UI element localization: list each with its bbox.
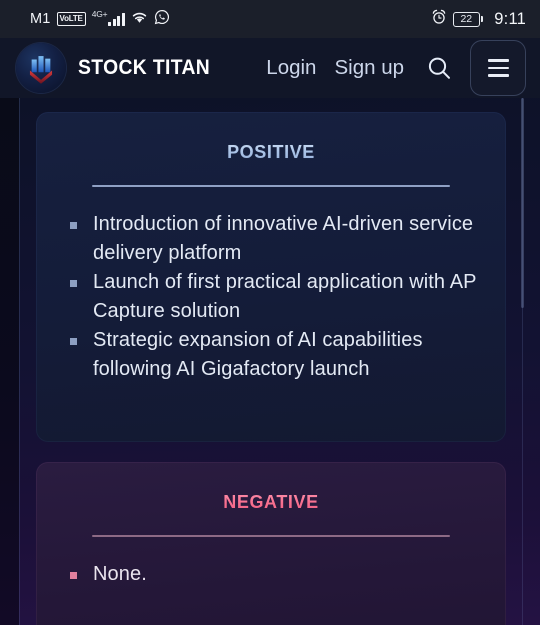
- volte-badge: VoLTE: [56, 12, 86, 26]
- alarm-clock-icon: [431, 9, 447, 30]
- scrollbar-thumb[interactable]: [521, 98, 524, 308]
- signal-strength-bars: [108, 12, 125, 26]
- content-column: Positive Introduction of innovative AI-d…: [20, 98, 520, 625]
- network-type-label: 4G+: [91, 9, 108, 19]
- square-bullet-icon: [70, 338, 77, 345]
- list-item-text: Strategic expansion of AI capabilities f…: [93, 329, 423, 380]
- square-bullet-icon: [70, 222, 77, 229]
- hamburger-menu-icon[interactable]: [470, 40, 526, 96]
- signal-bars-icon: 4G+: [91, 9, 125, 26]
- negative-card-divider: [92, 535, 450, 537]
- positive-bullet-list: Introduction of innovative AI-driven ser…: [58, 210, 484, 383]
- signup-link[interactable]: Sign up: [334, 56, 404, 80]
- list-item-text: Introduction of innovative AI-driven ser…: [93, 213, 474, 264]
- page-content: Positive Introduction of innovative AI-d…: [0, 98, 540, 625]
- positive-card-divider: [92, 185, 450, 187]
- whatsapp-icon: [154, 9, 170, 30]
- square-bullet-icon: [70, 572, 77, 579]
- list-item-text: None.: [93, 563, 147, 585]
- negative-card: Negative None.: [36, 462, 506, 625]
- positive-card-title: Positive: [58, 138, 484, 163]
- left-gutter: [0, 98, 19, 625]
- list-item: Introduction of innovative AI-driven ser…: [70, 210, 484, 267]
- search-icon[interactable]: [424, 53, 454, 83]
- brand-title[interactable]: STOCK TITAN: [78, 56, 210, 80]
- site-header: STOCK TITAN Login Sign up: [0, 38, 540, 98]
- system-status-bar: M1 VoLTE 4G+ 22 9:11: [0, 0, 540, 38]
- wifi-icon: [131, 10, 148, 29]
- negative-card-title: Negative: [58, 488, 484, 513]
- status-bar-left-group: M1 VoLTE 4G+: [30, 9, 170, 30]
- battery-percent-label: 22: [460, 12, 473, 25]
- gutter-edge-line: [19, 98, 20, 625]
- list-item: Strategic expansion of AI capabilities f…: [70, 326, 484, 383]
- positive-card: Positive Introduction of innovative AI-d…: [36, 112, 506, 442]
- login-link[interactable]: Login: [266, 56, 316, 80]
- clock-label: 9:11: [494, 9, 526, 28]
- negative-bullet-list: None.: [58, 560, 484, 589]
- square-bullet-icon: [70, 280, 77, 287]
- list-item: None.: [70, 560, 484, 589]
- list-item-text: Launch of first practical application wi…: [93, 271, 477, 322]
- battery-indicator: 22: [452, 11, 484, 27]
- list-item: Launch of first practical application wi…: [70, 268, 484, 325]
- carrier-label: M1: [30, 11, 51, 27]
- status-bar-right-group: 22 9:11: [431, 9, 526, 30]
- stock-titan-logo-icon[interactable]: [16, 43, 66, 93]
